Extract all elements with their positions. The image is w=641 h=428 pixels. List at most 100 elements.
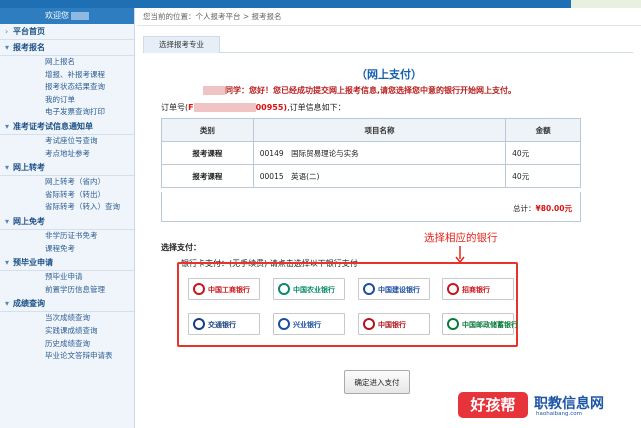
bank-name: 兴业银行 bbox=[293, 321, 321, 329]
sidebar-item[interactable]: 历史成绩查询 bbox=[0, 338, 134, 351]
bank-button-abc[interactable]: 中国农业银行 bbox=[273, 278, 345, 300]
abc-icon bbox=[278, 283, 290, 295]
banner-corner-decoration bbox=[571, 0, 641, 8]
order-suffix: ,订单信息如下： bbox=[287, 103, 346, 112]
sidebar-section[interactable]: ▾ 报考报名 bbox=[0, 40, 134, 56]
confirm-payment-button[interactable]: 确定进入支付 bbox=[344, 370, 410, 394]
sidebar-item[interactable]: 我的订单 bbox=[0, 94, 134, 107]
bank-name: 中国银行 bbox=[378, 321, 406, 329]
sidebar-item[interactable]: 增报、补报考课程 bbox=[0, 69, 134, 82]
bank-name: 中国建设银行 bbox=[378, 286, 420, 294]
sidebar-section-label: 网上免考 bbox=[13, 216, 45, 226]
bank-selection-box: 中国工商银行 中国农业银行 中国建设银行 招商银行交通银行 兴业银行 中国银行 中国邮政储蓄… bbox=[177, 262, 518, 347]
chevron-right-icon: › bbox=[5, 27, 9, 36]
watermark-title: 职教信息网 bbox=[534, 396, 604, 412]
sidebar-item[interactable]: 电子发票查询打印 bbox=[0, 106, 134, 119]
redacted-student-name bbox=[203, 86, 225, 95]
bank-button-cib[interactable]: 兴业银行 bbox=[273, 313, 345, 335]
bank-name: 中国农业银行 bbox=[293, 286, 335, 294]
order-prefix: 订单号( bbox=[161, 103, 189, 112]
column-header-type: 类别 bbox=[161, 118, 254, 142]
sidebar: 欢迎您 › 平台首页 ▾ 报考报名 网上报名 增报、补报考课程 报考状态结果查询 我的订单 电子… bbox=[0, 8, 135, 428]
greeting-line: 同学：您好！您已经成功提交网上报考信息,请您选择您中意的银行开始网上支付。 bbox=[203, 85, 516, 96]
table-row: 报考课程 00149 国际贸易理论与实务 40元 bbox=[161, 141, 581, 165]
sidebar-section-label: 平台首页 bbox=[13, 27, 45, 36]
sidebar-section[interactable]: › 平台首页 bbox=[0, 24, 134, 40]
order-number-tail: 00955) bbox=[255, 103, 288, 112]
sidebar-section-label: 报考报名 bbox=[13, 43, 45, 52]
watermark-brand: 好孩帮 bbox=[458, 392, 528, 418]
sidebar-section-label: 成绩查询 bbox=[13, 299, 45, 309]
sidebar-item[interactable]: 预毕业申请 bbox=[0, 271, 134, 284]
sidebar-item[interactable]: 网上转考（省内） bbox=[0, 176, 134, 189]
sidebar-section[interactable]: ▾ 准考证考试信息通知单 bbox=[0, 119, 134, 135]
column-header-amount: 金额 bbox=[505, 118, 581, 142]
chevron-down-icon: ▾ bbox=[5, 43, 10, 52]
sidebar-section[interactable]: ▾ 成绩查询 bbox=[0, 296, 134, 313]
welcome-text: 欢迎您 bbox=[45, 11, 69, 20]
total-value: ¥80.00元 bbox=[535, 204, 572, 213]
sidebar-section-label: 预毕业申请 bbox=[13, 258, 53, 268]
sidebar-item[interactable]: 毕业论文答辩申请表 bbox=[0, 350, 134, 363]
sidebar-item[interactable]: 省际转考（转出） bbox=[0, 189, 134, 202]
order-table: 类别 项目名称 金额 报考课程 00149 国际贸易理论与实务 40元 报考课程… bbox=[161, 118, 581, 188]
bank-name: 招商银行 bbox=[462, 286, 490, 294]
total-amount: 总计：¥80.00元 bbox=[513, 203, 572, 214]
bank-button-psbc[interactable]: 中国邮政储蓄银行 bbox=[442, 313, 518, 335]
cmb-icon bbox=[447, 283, 459, 295]
chevron-down-icon: ▾ bbox=[5, 216, 10, 226]
sidebar-item[interactable]: 非学历证书免考 bbox=[0, 230, 134, 243]
bocom-icon bbox=[193, 318, 205, 330]
row-amount: 40元 bbox=[505, 141, 581, 165]
breadcrumb: 您当前的位置：个人报考平台 > 报考报名 bbox=[137, 8, 641, 26]
bank-button-cmb[interactable]: 招商银行 bbox=[442, 278, 514, 300]
sidebar-item[interactable]: 课程免考 bbox=[0, 243, 134, 256]
sidebar-section[interactable]: ▾ 网上免考 bbox=[0, 214, 134, 230]
row-course-name: 00015 英语(二) bbox=[252, 164, 507, 188]
watermark-url: haohaibang.com bbox=[536, 411, 582, 417]
bank-name: 中国邮政储蓄银行 bbox=[462, 321, 518, 329]
bank-button-icbc[interactable]: 中国工商银行 bbox=[188, 278, 260, 300]
table-header-row: 类别 项目名称 金额 bbox=[161, 118, 581, 142]
sidebar-item[interactable]: 当次成绩查询 bbox=[0, 312, 134, 325]
chevron-down-icon: ▾ bbox=[5, 163, 10, 173]
welcome-bar: 欢迎您 bbox=[0, 8, 134, 24]
total-label: 总计： bbox=[513, 204, 536, 213]
tab-bar: 选择报考专业 bbox=[143, 36, 633, 53]
sidebar-item[interactable]: 实践课成绩查询 bbox=[0, 325, 134, 338]
sidebar-item[interactable]: 前置学历信息管理 bbox=[0, 284, 134, 297]
bank-button-bocom[interactable]: 交通银行 bbox=[188, 313, 260, 335]
ccb-icon bbox=[363, 283, 375, 295]
icbc-icon bbox=[193, 283, 205, 295]
row-type: 报考课程 bbox=[161, 164, 254, 188]
bank-button-boc[interactable]: 中国银行 bbox=[358, 313, 430, 335]
bank-name: 交通银行 bbox=[208, 321, 236, 329]
redacted-username bbox=[71, 11, 89, 20]
chevron-down-icon: ▾ bbox=[5, 258, 10, 268]
bank-button-ccb[interactable]: 中国建设银行 bbox=[358, 278, 430, 300]
redacted-order-number bbox=[193, 103, 256, 112]
payment-title: （网上支付） bbox=[356, 68, 422, 81]
sidebar-section[interactable]: ▾ 网上转考 bbox=[0, 160, 134, 177]
sidebar-section-label: 网上转考 bbox=[13, 163, 45, 173]
sidebar-section[interactable]: ▾ 预毕业申请 bbox=[0, 255, 134, 272]
chevron-down-icon: ▾ bbox=[5, 121, 10, 131]
order-line: 订单号(F 00955),订单信息如下： bbox=[161, 102, 346, 113]
top-banner bbox=[0, 0, 641, 8]
main-content: 您当前的位置：个人报考平台 > 报考报名 选择报考专业 （网上支付） 同学：您好… bbox=[137, 8, 641, 428]
sidebar-item[interactable]: 考点地址参考 bbox=[0, 148, 134, 161]
row-amount: 40元 bbox=[505, 164, 581, 188]
boc-icon bbox=[363, 318, 375, 330]
tab-select-major[interactable]: 选择报考专业 bbox=[143, 36, 220, 53]
select-payment-label: 选择支付： bbox=[161, 243, 201, 252]
sidebar-item[interactable]: 考试座位号查询 bbox=[0, 135, 134, 148]
psbc-icon bbox=[447, 318, 459, 330]
row-course-name: 00149 国际贸易理论与实务 bbox=[252, 141, 507, 165]
chevron-down-icon: ▾ bbox=[5, 299, 10, 309]
bank-name: 中国工商银行 bbox=[208, 286, 250, 294]
sidebar-item[interactable]: 报考状态结果查询 bbox=[0, 81, 134, 94]
sidebar-item[interactable]: 网上报名 bbox=[0, 56, 134, 69]
bank-hint-annotation: 选择相应的银行 bbox=[424, 232, 498, 244]
hint-arrow-icon bbox=[455, 246, 465, 263]
sidebar-item[interactable]: 省际转考（转入）查询 bbox=[0, 201, 134, 214]
